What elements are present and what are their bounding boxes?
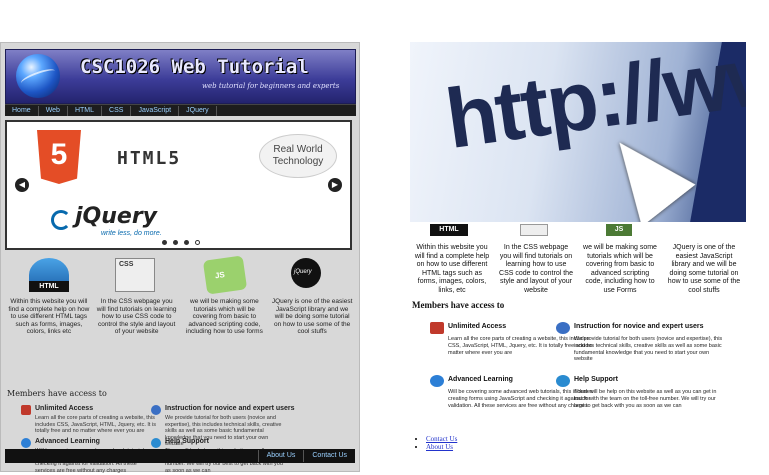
js-icon[interactable]: JS bbox=[606, 224, 632, 236]
js-icon[interactable]: JS bbox=[202, 255, 248, 295]
chevron-right-icon[interactable]: ▶ bbox=[328, 178, 342, 192]
footer-about-link[interactable]: About Us bbox=[257, 450, 304, 462]
learning-icon bbox=[21, 438, 31, 448]
jquery-circle-icon[interactable]: jQuery bbox=[291, 258, 321, 288]
css-document-icon[interactable] bbox=[520, 224, 548, 236]
css-description: In the CSS webpage you will find tutoria… bbox=[96, 298, 177, 335]
benefit-title: Help Support bbox=[574, 376, 618, 383]
globe-icon bbox=[16, 54, 60, 98]
nav-javascript[interactable]: JavaScript bbox=[131, 105, 180, 116]
topic-icons: HTML CSS JS jQuery bbox=[5, 255, 356, 298]
jquery-tagline: write less, do more. bbox=[101, 230, 162, 237]
html5-wordmark: HTML5 bbox=[117, 148, 182, 169]
benefit-title: Unlimited Access bbox=[448, 323, 507, 330]
users-icon bbox=[556, 322, 570, 334]
hero-image: http://www bbox=[410, 42, 746, 222]
list-item: Contact Us bbox=[426, 435, 457, 443]
slider-dot[interactable] bbox=[173, 240, 178, 245]
nav-html[interactable]: HTML bbox=[68, 105, 103, 116]
contact-us-link[interactable]: Contact Us bbox=[426, 435, 457, 443]
js-icon-label: JS bbox=[214, 270, 226, 281]
hero-url-text: http://www bbox=[440, 42, 746, 167]
benefit-text: We provide tutorial for both users (novi… bbox=[574, 336, 723, 363]
jquery-logo-icon bbox=[51, 210, 71, 230]
nav-jquery[interactable]: JQuery bbox=[179, 105, 217, 116]
html5-logo: 5 bbox=[37, 130, 81, 184]
benefit-title: Advanced Learning bbox=[448, 376, 513, 383]
benefit-title: Unlimited Access bbox=[35, 405, 94, 412]
jquery-description: JQuery is one of the easiest JavaScript … bbox=[667, 244, 741, 294]
html-description: Within this website you will find a comp… bbox=[8, 298, 90, 335]
chevron-left-icon[interactable]: ◀ bbox=[15, 178, 29, 192]
list-item: About Us bbox=[426, 443, 457, 451]
jquery-wordmark: jQuery bbox=[75, 204, 158, 229]
slider-dot[interactable] bbox=[162, 240, 167, 245]
js-description: we will be making some tutorials which w… bbox=[583, 244, 657, 294]
topic-descriptions: Within this website you will find a comp… bbox=[5, 298, 356, 336]
benefit-text: Learn all the core parts of creating a w… bbox=[35, 415, 156, 434]
html5-badge: 5 bbox=[50, 138, 68, 171]
site-banner: CSC1026 Web Tutorial web tutorial for be… bbox=[5, 49, 356, 104]
nav-web[interactable]: Web bbox=[39, 105, 68, 116]
html-globe-icon[interactable]: HTML bbox=[29, 258, 69, 292]
right-topic-descriptions: Within this website you will find a comp… bbox=[410, 244, 746, 295]
footer-contact-link[interactable]: Contact Us bbox=[303, 450, 355, 462]
site-screenshot-panel: CSC1026 Web Tutorial web tutorial for be… bbox=[0, 42, 360, 474]
js-description: we will be making some tutorials which w… bbox=[185, 298, 263, 335]
benefit-title: Instruction for novice and expert users bbox=[165, 405, 295, 412]
members-heading: Members have access to bbox=[7, 389, 107, 398]
site-title: CSC1026 Web Tutorial bbox=[80, 56, 309, 78]
slider-dots bbox=[162, 240, 200, 245]
slider-dot[interactable] bbox=[184, 240, 189, 245]
main-nav: Home Web HTML CSS JavaScript JQuery bbox=[5, 104, 356, 116]
html-icon[interactable]: HTML bbox=[430, 224, 468, 236]
learning-icon bbox=[430, 375, 444, 387]
help-icon bbox=[556, 375, 570, 387]
site-footer: About Us Contact Us bbox=[5, 449, 355, 463]
real-world-technology-badge: Real World Technology bbox=[259, 134, 337, 178]
key-icon bbox=[21, 405, 31, 415]
jquery-icon-label: jQuery bbox=[294, 269, 312, 275]
help-icon bbox=[151, 438, 161, 448]
right-members-heading: Members have access to bbox=[412, 300, 505, 310]
benefit-text: There will be help on this website as we… bbox=[574, 389, 717, 409]
key-icon bbox=[430, 322, 444, 334]
right-footer-links: Contact Us About Us bbox=[420, 435, 457, 451]
slider-dot[interactable] bbox=[195, 240, 200, 245]
css-document-icon[interactable]: CSS bbox=[115, 258, 155, 292]
nav-home[interactable]: Home bbox=[5, 105, 39, 116]
image-slider: 5 HTML5 Real World Technology jQuery wri… bbox=[5, 120, 352, 250]
jquery-description: JQuery is one of the easiest JavaScript … bbox=[271, 298, 353, 335]
html-description: Within this website you will find a comp… bbox=[414, 244, 490, 294]
benefit-title: Instruction for novice and expert users bbox=[574, 323, 704, 330]
css-icon-label: CSS bbox=[119, 261, 134, 268]
html-icon-label: HTML bbox=[29, 281, 69, 292]
users-icon bbox=[151, 405, 161, 415]
benefit-title: Help Support bbox=[165, 438, 209, 445]
site-subtitle: web tutorial for beginners and experts bbox=[202, 82, 340, 90]
nav-css[interactable]: CSS bbox=[102, 105, 132, 116]
benefit-title: Advanced Learning bbox=[35, 438, 100, 445]
about-us-link[interactable]: About Us bbox=[426, 443, 453, 451]
css-description: In the CSS webpage you will find tutoria… bbox=[499, 244, 573, 294]
